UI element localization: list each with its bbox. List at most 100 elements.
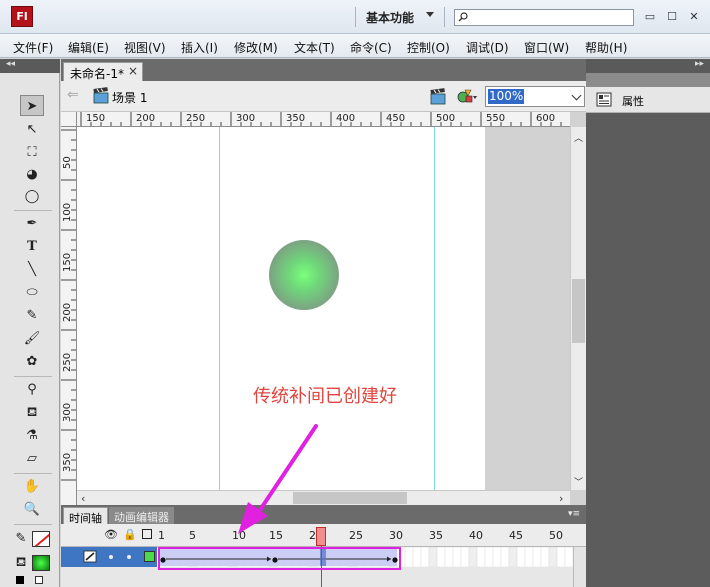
menu-debug[interactable]: 调试(D) — [466, 39, 509, 56]
chevron-down-icon[interactable]: ﹀ — [574, 475, 583, 488]
back-arrow-icon[interactable]: ⇐ — [67, 87, 79, 103]
deco-tool-icon[interactable]: ✿ — [20, 351, 44, 372]
tab-timeline[interactable]: 时间轴 — [63, 507, 108, 525]
swap-colors-icon[interactable] — [35, 576, 43, 584]
eraser-tool-icon[interactable]: ▱ — [20, 448, 44, 469]
free-transform-tool-icon[interactable]: ⛶ — [20, 142, 44, 163]
panel-menu-icon[interactable]: ▾≡ — [568, 509, 580, 519]
workspace-switcher[interactable]: 基本功能 — [366, 9, 414, 26]
stroke-color-swatch[interactable] — [32, 531, 50, 547]
chevron-down-icon[interactable] — [426, 12, 434, 17]
3d-rotation-tool-icon[interactable]: ◕ — [20, 164, 44, 185]
scene-name[interactable]: 场景 1 — [112, 89, 147, 106]
edit-scene-icon[interactable] — [429, 87, 447, 105]
ruler-label: 250 — [186, 113, 206, 124]
ruler-label: 600 — [536, 113, 556, 124]
pen-tool-icon[interactable]: ✒ — [20, 213, 44, 234]
paint-bucket-tool-icon[interactable]: ⛾ — [20, 402, 44, 423]
toolbox-header[interactable]: ◂◂ — [0, 59, 60, 73]
text-tool-icon[interactable]: T — [20, 236, 44, 257]
minimize-button[interactable]: ▭ — [640, 8, 660, 26]
frame-number: 25 — [349, 529, 363, 542]
close-icon[interactable]: × — [128, 64, 138, 78]
menu-control[interactable]: 控制(O) — [407, 39, 450, 56]
guide-line[interactable] — [434, 127, 435, 490]
subselection-tool-icon[interactable]: ↖ — [20, 119, 44, 140]
expand-icon[interactable]: ▸▸ — [695, 59, 704, 69]
vertical-ruler[interactable]: 50 100 150 200 250 300 350 — [61, 127, 77, 490]
frame-number: 50 — [549, 529, 563, 542]
ruler-label: 150 — [86, 113, 106, 124]
menu-edit[interactable]: 编辑(E) — [68, 39, 109, 56]
properties-panel-button[interactable]: 属性 — [586, 87, 710, 113]
pasteboard[interactable] — [485, 127, 570, 490]
title-bar: Fl 基本功能 ▭ ☐ ✕ — [0, 0, 710, 34]
toolbox-divider — [14, 210, 52, 211]
fill-color-swatch[interactable] — [32, 555, 50, 571]
maximize-button[interactable]: ☐ — [662, 8, 682, 26]
eye-icon[interactable]: 👁 — [104, 528, 118, 541]
document-tab-bar: 未命名-1* × — [61, 59, 586, 81]
lock-icon[interactable]: 🔒 — [123, 528, 137, 541]
ruler-label: 400 — [336, 113, 356, 124]
oval-tool-icon[interactable]: ⬭ — [20, 282, 44, 303]
collapse-icon[interactable]: ◂◂ — [6, 59, 15, 69]
tab-motion-editor[interactable]: 动画编辑器 — [109, 507, 174, 524]
document-tab[interactable]: 未命名-1* × — [63, 62, 143, 81]
pencil-tool-icon[interactable]: ✎ — [20, 305, 44, 326]
edit-symbol-icon[interactable] — [456, 87, 478, 105]
close-button[interactable]: ✕ — [684, 8, 704, 26]
bone-tool-icon[interactable]: ⚲ — [20, 379, 44, 400]
menu-window[interactable]: 窗口(W) — [524, 39, 569, 56]
eyedropper-tool-icon[interactable]: ⚗ — [20, 425, 44, 446]
menu-modify[interactable]: 修改(M) — [234, 39, 278, 56]
chevron-left-icon[interactable]: ‹ — [81, 492, 85, 505]
properties-label: 属性 — [622, 95, 644, 108]
scroll-thumb[interactable] — [572, 279, 585, 343]
zoom-value[interactable]: 100% — [488, 89, 525, 104]
layer-pencil-icon — [83, 550, 97, 563]
right-panel-header[interactable]: ▸▸ — [586, 59, 710, 73]
menu-insert[interactable]: 插入(I) — [181, 39, 218, 56]
lock-dot[interactable] — [127, 555, 131, 559]
outline-icon[interactable] — [142, 529, 152, 539]
menu-text[interactable]: 文本(T) — [294, 39, 335, 56]
help-search-input[interactable] — [454, 9, 634, 26]
properties-icon — [596, 92, 612, 107]
zoom-tool-icon[interactable]: 🔍 — [20, 499, 44, 520]
ruler-label: 350 — [62, 452, 73, 472]
visibility-dot[interactable] — [109, 555, 113, 559]
horizontal-ruler[interactable]: 150 200 250 300 350 400 450 500 550 600 — [77, 112, 570, 127]
flash-logo: Fl — [11, 6, 33, 27]
layer-outline-color[interactable] — [144, 551, 155, 562]
lasso-tool-icon[interactable]: ◯ — [20, 186, 44, 207]
line-tool-icon[interactable]: ╲ — [20, 259, 44, 280]
guide-line[interactable] — [219, 127, 220, 490]
ruler-label: 500 — [436, 113, 456, 124]
default-colors-icon[interactable] — [16, 576, 24, 584]
hand-tool-icon[interactable]: ✋ — [20, 476, 44, 497]
timeline-scrollbar[interactable] — [573, 547, 586, 587]
tween-highlight-box — [158, 547, 401, 570]
menu-file[interactable]: 文件(F) — [13, 39, 53, 56]
toolbox-divider — [14, 473, 52, 474]
ruler-label: 50 — [62, 156, 73, 169]
frame-number: 40 — [469, 529, 483, 542]
ruler-label: 300 — [236, 113, 256, 124]
ruler-label: 200 — [136, 113, 156, 124]
selection-tool-icon[interactable]: ➤ — [20, 95, 44, 116]
toolbox-divider — [14, 376, 52, 377]
vertical-scrollbar[interactable]: ︿ ﹀ — [570, 127, 586, 490]
timeline-layer-row[interactable] — [61, 547, 157, 567]
brush-tool-icon[interactable]: 🖌 — [20, 328, 44, 349]
zoom-select[interactable]: 100% — [485, 86, 585, 107]
menu-view[interactable]: 视图(V) — [124, 39, 166, 56]
menu-help[interactable]: 帮助(H) — [585, 39, 627, 56]
chevron-down-icon[interactable] — [571, 90, 582, 101]
chevron-up-icon[interactable]: ︿ — [574, 131, 583, 144]
chevron-right-icon[interactable]: › — [559, 492, 563, 505]
annotation-arrow — [238, 424, 318, 534]
green-ball-symbol[interactable] — [269, 240, 339, 310]
menu-commands[interactable]: 命令(C) — [350, 39, 392, 56]
title-separator — [355, 7, 356, 27]
